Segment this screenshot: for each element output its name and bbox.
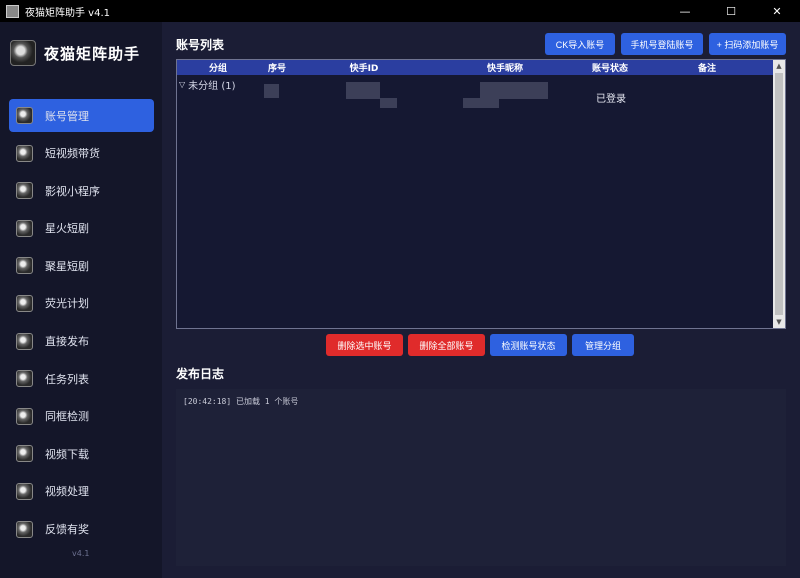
sidebar-item-label: 任务列表 bbox=[45, 372, 89, 386]
cat-icon bbox=[16, 370, 33, 388]
scroll-up-icon[interactable]: ▲ bbox=[773, 60, 785, 72]
column-header[interactable]: 备注 bbox=[698, 61, 716, 74]
group-row[interactable]: ▽ 未分组 (1) bbox=[179, 77, 236, 92]
manage-groups-button[interactable]: 管理分组 bbox=[572, 334, 634, 356]
sidebar-item-label: 聚星短剧 bbox=[45, 259, 89, 273]
log-title: 发布日志 bbox=[176, 367, 225, 381]
sidebar-item-label: 账号管理 bbox=[45, 109, 89, 123]
log-line: [20:42:18] 已加载 1 个账号 bbox=[183, 397, 299, 406]
cat-icon bbox=[16, 294, 33, 312]
column-header[interactable]: 快手ID bbox=[350, 61, 379, 74]
column-header[interactable]: 序号 bbox=[268, 61, 286, 74]
sidebar-item-xinghuo-drama[interactable]: 星火短剧 bbox=[9, 212, 154, 245]
accounts-title: 账号列表 bbox=[176, 38, 225, 52]
cat-icon bbox=[16, 332, 33, 350]
sidebar: 夜猫矩阵助手 账号管理 短视频带货 影视小程序 星火短剧 聚星短剧 荧光计划 直… bbox=[0, 22, 162, 578]
sidebar-item-feedback-rewards[interactable]: 反馈有奖 bbox=[9, 513, 154, 546]
brand-name: 夜猫矩阵助手 bbox=[44, 44, 141, 63]
app-icon bbox=[6, 4, 19, 18]
window-controls: — ☐ ✕ bbox=[662, 0, 800, 22]
expand-triangle-icon[interactable]: ▽ bbox=[179, 80, 185, 89]
cat-icon bbox=[16, 257, 33, 275]
accounts-table[interactable]: 分组 序号 快手ID 快手昵称 账号状态 备注 ▽ 未分组 (1) 已登录 ▲ … bbox=[176, 59, 786, 329]
sidebar-item-label: 荧光计划 bbox=[45, 297, 89, 311]
window-title: 夜猫矩阵助手 v4.1 bbox=[25, 7, 110, 19]
sidebar-item-short-video-sales[interactable]: 短视频带货 bbox=[9, 137, 154, 170]
sidebar-item-account-management[interactable]: 账号管理 bbox=[9, 99, 154, 132]
close-button[interactable]: ✕ bbox=[754, 0, 800, 22]
cat-icon bbox=[16, 219, 33, 237]
group-label: 未分组 (1) bbox=[188, 81, 236, 92]
scroll-down-icon[interactable]: ▼ bbox=[773, 316, 785, 328]
account-status: 已登录 bbox=[596, 94, 626, 105]
delete-all-button[interactable]: 删除全部账号 bbox=[408, 334, 485, 356]
delete-selected-button[interactable]: 删除选中账号 bbox=[326, 334, 403, 356]
sidebar-item-frame-check[interactable]: 同框检测 bbox=[9, 400, 154, 433]
version-label: v4.1 bbox=[72, 549, 90, 558]
cat-icon bbox=[16, 520, 33, 538]
sidebar-item-direct-publish[interactable]: 直接发布 bbox=[9, 325, 154, 358]
masked-nickname bbox=[480, 82, 548, 99]
table-header: 分组 序号 快手ID 快手昵称 账号状态 备注 bbox=[177, 60, 774, 75]
masked-kuaishou-id bbox=[346, 82, 380, 99]
sidebar-item-label: 视频下载 bbox=[45, 447, 89, 461]
scroll-thumb[interactable] bbox=[775, 73, 783, 315]
sidebar-item-film-miniprogram[interactable]: 影视小程序 bbox=[9, 174, 154, 207]
cat-icon bbox=[16, 182, 33, 200]
logo-icon bbox=[10, 40, 36, 66]
sidebar-item-video-download[interactable]: 视频下载 bbox=[9, 437, 154, 470]
title-bar: 夜猫矩阵助手 v4.1 — ☐ ✕ bbox=[0, 0, 800, 22]
column-header[interactable]: 快手昵称 bbox=[487, 61, 523, 74]
vertical-scrollbar[interactable]: ▲ ▼ bbox=[773, 60, 785, 328]
phone-login-button[interactable]: 手机号登陆账号 bbox=[621, 33, 703, 55]
column-header[interactable]: 账号状态 bbox=[592, 61, 628, 74]
sidebar-nav: 账号管理 短视频带货 影视小程序 星火短剧 聚星短剧 荧光计划 直接发布 任务列… bbox=[9, 99, 154, 550]
sidebar-item-video-processing[interactable]: 视频处理 bbox=[9, 475, 154, 508]
publish-log[interactable]: [20:42:18] 已加载 1 个账号 bbox=[176, 389, 786, 566]
sidebar-item-label: 短视频带货 bbox=[45, 147, 100, 161]
sidebar-item-juxing-drama[interactable]: 聚星短剧 bbox=[9, 249, 154, 282]
cat-icon bbox=[16, 107, 33, 124]
scan-add-button[interactable]: + 扫码添加账号 bbox=[709, 33, 786, 55]
sidebar-item-fluorescent-plan[interactable]: 荧光计划 bbox=[9, 287, 154, 320]
sidebar-item-label: 视频处理 bbox=[45, 485, 89, 499]
maximize-button[interactable]: ☐ bbox=[708, 0, 754, 22]
masked-nickname bbox=[463, 98, 499, 108]
sidebar-item-label: 反馈有奖 bbox=[45, 523, 89, 537]
sidebar-item-label: 同框检测 bbox=[45, 410, 89, 424]
brand: 夜猫矩阵助手 bbox=[10, 40, 140, 66]
masked-index bbox=[264, 84, 279, 98]
cat-icon bbox=[16, 482, 33, 500]
sidebar-item-label: 星火短剧 bbox=[45, 222, 89, 236]
check-status-button[interactable]: 检测账号状态 bbox=[490, 334, 567, 356]
ck-import-button[interactable]: CK导入账号 bbox=[545, 33, 615, 55]
cat-icon bbox=[16, 144, 33, 162]
sidebar-item-label: 影视小程序 bbox=[45, 184, 100, 198]
cat-icon bbox=[16, 407, 33, 425]
cat-icon bbox=[16, 445, 33, 463]
column-header[interactable]: 分组 bbox=[209, 61, 227, 74]
sidebar-item-task-list[interactable]: 任务列表 bbox=[9, 362, 154, 395]
masked-kuaishou-id bbox=[380, 98, 397, 108]
minimize-button[interactable]: — bbox=[662, 0, 708, 22]
sidebar-item-label: 直接发布 bbox=[45, 335, 89, 349]
